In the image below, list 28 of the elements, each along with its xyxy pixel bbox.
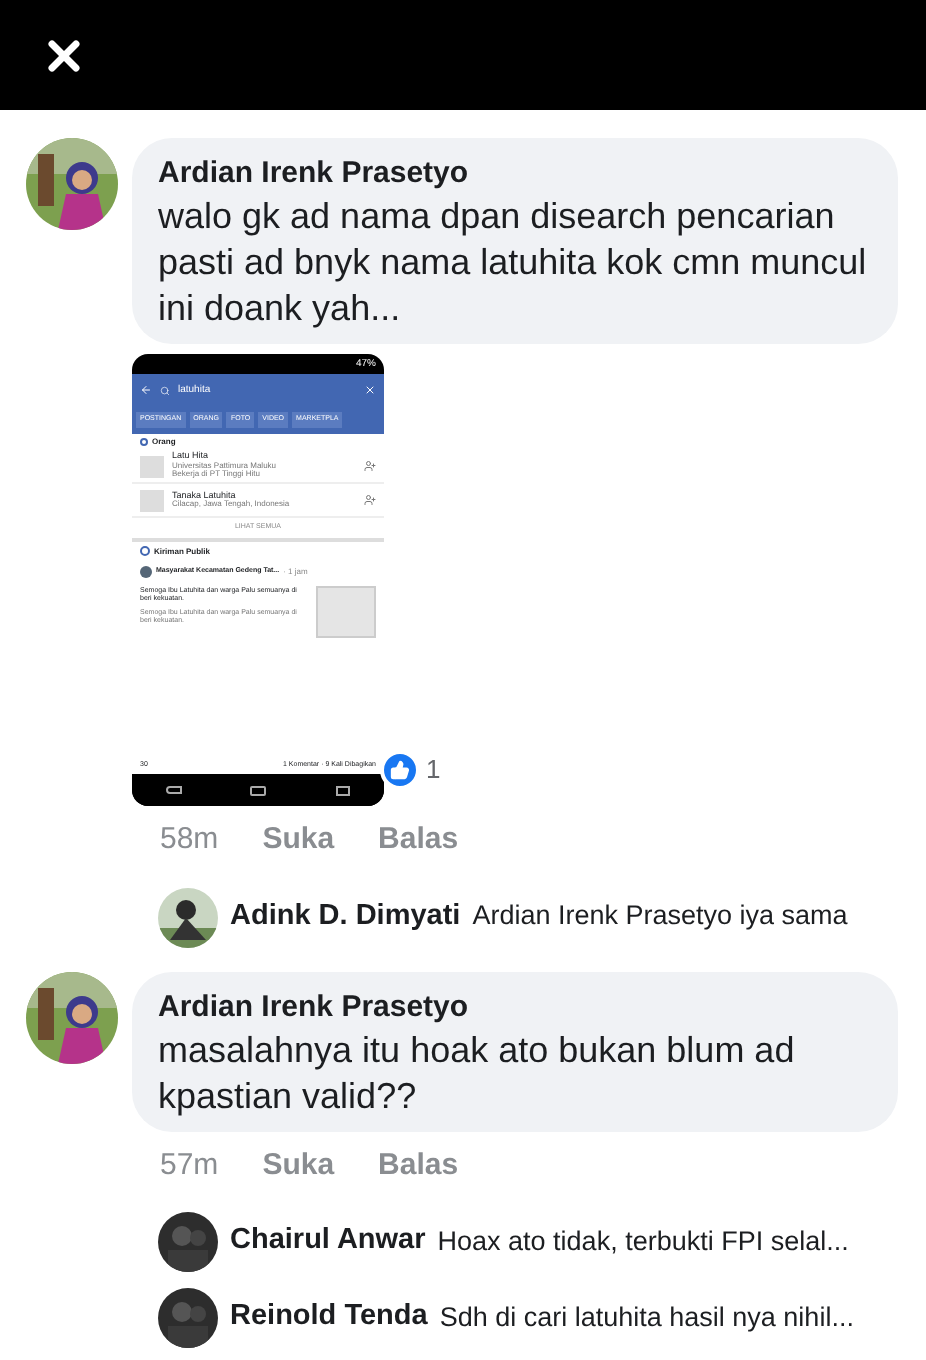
back-icon[interactable] <box>140 384 152 396</box>
reply-author[interactable]: Chairul Anwar <box>230 1220 426 1264</box>
comment-time: 57m <box>160 1145 219 1185</box>
add-friend-icon[interactable] <box>364 494 376 506</box>
add-friend-icon[interactable] <box>364 460 376 472</box>
like-link[interactable]: Suka <box>262 1143 335 1188</box>
recents-icon[interactable] <box>335 785 350 795</box>
comment-author[interactable]: Ardian Irenk Prasetyo <box>158 154 872 194</box>
reply-author[interactable]: Reinold Tenda <box>230 1296 428 1340</box>
comment-time: 58m <box>160 820 219 860</box>
comment-text: masalahnya itu hoak ato bukan blum ad kpastian valid?? <box>158 1027 797 1119</box>
back-icon[interactable] <box>166 786 183 794</box>
reply-text: Sdh di cari latuhita hasil nya nihil... <box>439 1299 854 1336</box>
like-link[interactable]: Suka <box>262 818 335 863</box>
profile-photo <box>140 489 164 511</box>
comment-text: walo gk ad nama dpan disearch pencarian pasti ad bnyk nama latuhita kok cmn muncul ini doank yah... <box>158 194 869 332</box>
reply-link[interactable]: Balas <box>378 818 459 863</box>
comment-author[interactable]: Ardian Irenk Prasetyo <box>158 987 872 1027</box>
profile-photo <box>140 455 164 477</box>
reaction-count: 1 <box>426 752 441 789</box>
reply-text: Ardian Irenk Prasetyo iya sama <box>472 898 848 935</box>
document-thumbnail <box>316 585 376 637</box>
reply-author[interactable]: Adink D. Dimyati <box>230 895 461 939</box>
home-icon[interactable] <box>250 785 267 795</box>
search-icon <box>160 385 170 395</box>
reply-text: Hoax ato tidak, terbukti FPI selal... <box>437 1223 849 1260</box>
reply-link[interactable]: Balas <box>378 1143 459 1188</box>
page-avatar <box>140 565 152 577</box>
